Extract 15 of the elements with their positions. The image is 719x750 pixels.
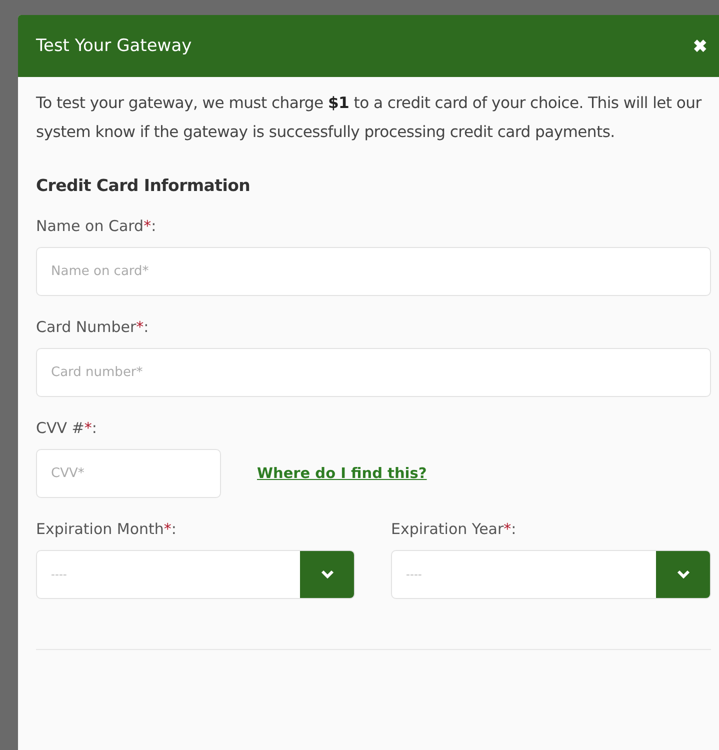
field-label: CVV #*:: [36, 419, 98, 439]
chevron-down-icon: [676, 570, 690, 579]
field-label: Expiration Month*:: [36, 520, 178, 540]
input-field[interactable]: Card number*: [36, 348, 711, 397]
section-title: Credit Card Information: [36, 176, 252, 195]
chevron-down-icon: [320, 570, 334, 579]
input-field[interactable]: CVV*: [36, 449, 221, 498]
intro-text: To test your gateway, we must charge $1 to a credit card of your choice. This will let our system know if the gateway is successfully processing credit card payments.: [36, 93, 703, 142]
dialog-title: Test Your Gateway: [36, 36, 192, 56]
field-label: Card Number*:: [36, 318, 150, 338]
input-field[interactable]: Name on card*: [36, 247, 711, 296]
field-label: Expiration Year*:: [391, 520, 518, 540]
field-label: Name on Card*:: [36, 217, 158, 237]
help-link[interactable]: Where do I find this?: [257, 466, 427, 482]
close-button[interactable]: ✖: [693, 36, 707, 56]
